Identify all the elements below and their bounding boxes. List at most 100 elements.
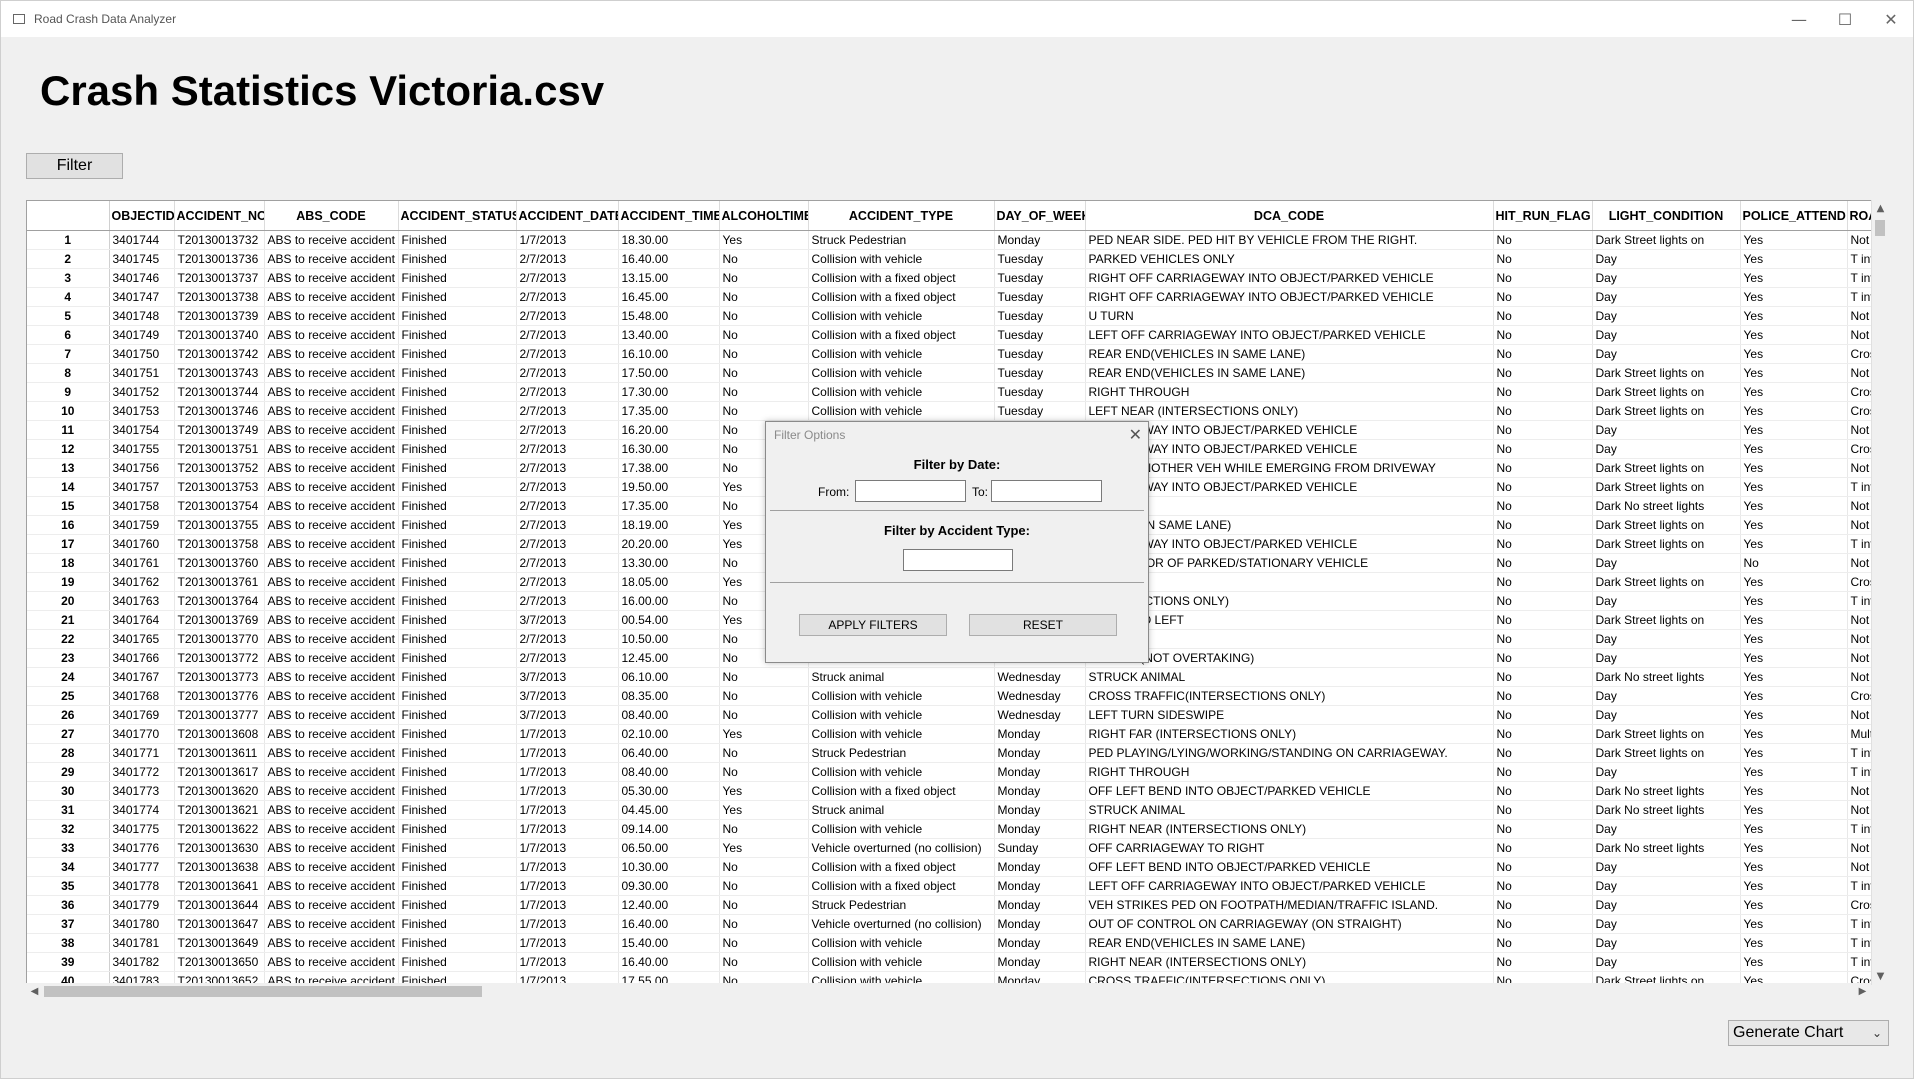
- table-cell[interactable]: Dark Street lights on: [1592, 382, 1741, 402]
- table-row[interactable]: 6 3401749 T20130013740 ABS to receive accid…: [27, 325, 1887, 345]
- table-row[interactable]: 10 3401753 T20130013746 ABS to receive acci…: [27, 401, 1887, 421]
- row-number[interactable]: 36: [27, 895, 110, 915]
- table-cell[interactable]: Tuesday: [994, 382, 1086, 402]
- table-cell[interactable]: T20130013773: [174, 667, 265, 687]
- table-cell[interactable]: Day: [1592, 268, 1741, 288]
- table-cell[interactable]: 06.40.00: [618, 743, 720, 763]
- table-cell[interactable]: ABS to receive accident: [264, 515, 399, 535]
- table-cell[interactable]: 05.30.00: [618, 781, 720, 801]
- table-cell[interactable]: Day: [1592, 895, 1741, 915]
- table-cell[interactable]: Day: [1592, 762, 1741, 782]
- table-cell[interactable]: Finished: [398, 382, 517, 402]
- table-cell[interactable]: Day: [1592, 591, 1741, 611]
- table-cell[interactable]: Finished: [398, 325, 517, 345]
- table-cell[interactable]: 3401777: [109, 857, 175, 877]
- table-cell[interactable]: Dark Street lights on: [1592, 401, 1741, 421]
- table-cell[interactable]: 3/7/2013: [516, 667, 619, 687]
- table-cell[interactable]: Yes: [719, 838, 809, 858]
- column-header[interactable]: POLICE_ATTEND: [1740, 201, 1848, 231]
- table-cell[interactable]: No: [1493, 325, 1593, 345]
- table-cell[interactable]: Yes: [1740, 724, 1848, 744]
- table-cell[interactable]: Day: [1592, 857, 1741, 877]
- table-cell[interactable]: Tuesday: [994, 344, 1086, 364]
- table-cell[interactable]: 17.35.00: [618, 496, 720, 516]
- scroll-down-icon[interactable]: ▼: [1872, 968, 1889, 985]
- table-cell[interactable]: No: [719, 325, 809, 345]
- table-cell[interactable]: Finished: [398, 933, 517, 953]
- table-cell[interactable]: T20130013649: [174, 933, 265, 953]
- table-cell[interactable]: Finished: [398, 648, 517, 668]
- table-cell[interactable]: Dark No street lights: [1592, 838, 1741, 858]
- table-cell[interactable]: 3401772: [109, 762, 175, 782]
- table-cell[interactable]: 13.40.00: [618, 325, 720, 345]
- table-cell[interactable]: Yes: [1740, 344, 1848, 364]
- table-cell[interactable]: T20130013755: [174, 515, 265, 535]
- table-cell[interactable]: 2/7/2013: [516, 420, 619, 440]
- table-cell[interactable]: 08.40.00: [618, 705, 720, 725]
- table-cell[interactable]: No: [1493, 800, 1593, 820]
- table-cell[interactable]: No: [1493, 914, 1593, 934]
- table-cell[interactable]: 16.40.00: [618, 952, 720, 972]
- row-number[interactable]: 16: [27, 515, 110, 535]
- table-cell[interactable]: PED PLAYING/LYING/WORKING/STANDING ON CA…: [1085, 743, 1494, 763]
- table-cell[interactable]: No: [719, 933, 809, 953]
- table-cell[interactable]: 3401774: [109, 800, 175, 820]
- table-cell[interactable]: Monday: [994, 857, 1086, 877]
- table-cell[interactable]: ABS to receive accident: [264, 553, 399, 573]
- table-cell[interactable]: 17.50.00: [618, 363, 720, 383]
- row-number[interactable]: 34: [27, 857, 110, 877]
- minimize-icon[interactable]: —: [1776, 1, 1822, 37]
- column-header[interactable]: ACCIDENT_TIME: [618, 201, 720, 231]
- table-cell[interactable]: Collision with vehicle: [808, 724, 995, 744]
- table-cell[interactable]: Collision with vehicle: [808, 401, 995, 421]
- apply-filters-button[interactable]: APPLY FILTERS: [799, 614, 947, 636]
- table-cell[interactable]: No: [719, 876, 809, 896]
- table-cell[interactable]: Yes: [1740, 705, 1848, 725]
- table-cell[interactable]: No: [719, 819, 809, 839]
- table-cell[interactable]: Dark No street lights: [1592, 781, 1741, 801]
- table-row[interactable]: 7 3401750 T20130013742 ABS to receive accid…: [27, 344, 1887, 364]
- table-cell[interactable]: No: [1493, 458, 1593, 478]
- table-cell[interactable]: 2/7/2013: [516, 439, 619, 459]
- table-cell[interactable]: No: [719, 952, 809, 972]
- table-cell[interactable]: 1/7/2013: [516, 838, 619, 858]
- table-cell[interactable]: Yes: [1740, 781, 1848, 801]
- table-cell[interactable]: 10.50.00: [618, 629, 720, 649]
- table-cell[interactable]: Collision with a fixed object: [808, 268, 995, 288]
- table-cell[interactable]: Collision with vehicle: [808, 306, 995, 326]
- table-cell[interactable]: Collision with vehicle: [808, 249, 995, 269]
- table-cell[interactable]: Yes: [1740, 610, 1848, 630]
- table-cell[interactable]: Tuesday: [994, 287, 1086, 307]
- row-number[interactable]: 6: [27, 325, 110, 345]
- table-cell[interactable]: 04.45.00: [618, 800, 720, 820]
- table-cell[interactable]: T20130013644: [174, 895, 265, 915]
- table-cell[interactable]: ABS to receive accident: [264, 306, 399, 326]
- table-row[interactable]: 31 3401774 T20130013621 ABS to receive acci…: [27, 800, 1887, 820]
- table-cell[interactable]: Vehicle overturned (no collision): [808, 914, 995, 934]
- row-number[interactable]: 21: [27, 610, 110, 630]
- table-cell[interactable]: Collision with vehicle: [808, 686, 995, 706]
- table-cell[interactable]: Day: [1592, 249, 1741, 269]
- table-cell[interactable]: Monday: [994, 914, 1086, 934]
- table-cell[interactable]: Yes: [1740, 819, 1848, 839]
- filter-button[interactable]: Filter: [26, 153, 123, 179]
- column-header[interactable]: ACCIDENT_NO: [174, 201, 265, 231]
- table-row[interactable]: 2 3401745 T20130013736 ABS to receive accid…: [27, 249, 1887, 269]
- table-cell[interactable]: No: [1493, 230, 1593, 250]
- table-cell[interactable]: Finished: [398, 249, 517, 269]
- table-cell[interactable]: No: [1493, 572, 1593, 592]
- table-cell[interactable]: 3401762: [109, 572, 175, 592]
- table-cell[interactable]: ABS to receive accident: [264, 838, 399, 858]
- table-cell[interactable]: Finished: [398, 705, 517, 725]
- table-cell[interactable]: 09.14.00: [618, 819, 720, 839]
- table-cell[interactable]: No: [719, 743, 809, 763]
- table-cell[interactable]: T20130013769: [174, 610, 265, 630]
- row-number[interactable]: 11: [27, 420, 110, 440]
- table-cell[interactable]: T20130013761: [174, 572, 265, 592]
- table-cell[interactable]: ABS to receive accident: [264, 933, 399, 953]
- table-cell[interactable]: 20.20.00: [618, 534, 720, 554]
- table-cell[interactable]: 2/7/2013: [516, 458, 619, 478]
- table-cell[interactable]: Finished: [398, 439, 517, 459]
- table-cell[interactable]: Yes: [1740, 287, 1848, 307]
- table-cell[interactable]: ABS to receive accident: [264, 724, 399, 744]
